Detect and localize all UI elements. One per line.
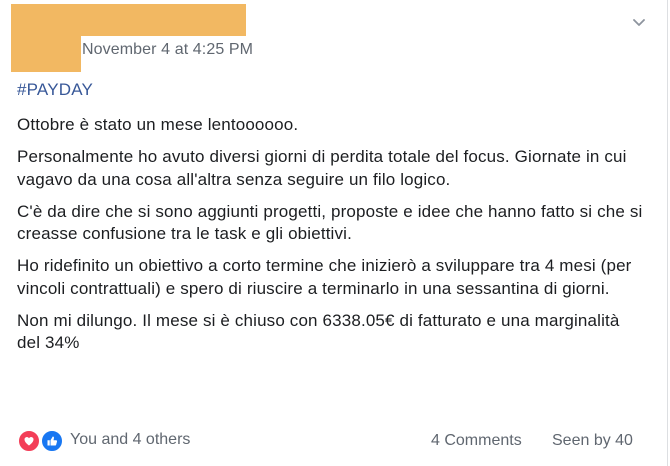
reaction-icons[interactable] xyxy=(17,429,65,453)
post-paragraph: Ottobre è stato un mese lentoooooo. xyxy=(17,115,299,134)
heart-icon xyxy=(17,429,41,453)
post-card: November 4 at 4:25 PM #PAYDAY Ottobre è … xyxy=(0,0,668,466)
post-body: Ottobre è stato un mese lentoooooo. Pers… xyxy=(17,114,647,364)
post-paragraph: C'è da dire che si sono aggiunti progett… xyxy=(17,201,643,244)
author-name-redacted[interactable] xyxy=(81,4,246,36)
thumbs-up-icon xyxy=(40,429,64,453)
post-paragraph: Ho ridefinito un obiettivo a corto termi… xyxy=(17,256,632,298)
post-paragraph: Personalmente ho avuto diversi giorni di… xyxy=(17,147,627,189)
chevron-down-icon[interactable] xyxy=(632,18,646,28)
author-avatar-redacted[interactable] xyxy=(11,4,81,72)
post-footer: You and 4 others 4 Comments Seen by 40 xyxy=(17,424,657,454)
post-timestamp[interactable]: November 4 at 4:25 PM xyxy=(82,41,253,59)
hashtag-link[interactable]: #PAYDAY xyxy=(17,80,93,100)
seen-by-count[interactable]: Seen by 40 xyxy=(552,432,633,450)
post-paragraph: Non mi dilungo. Il mese si è chiuso con … xyxy=(17,310,620,353)
comments-count[interactable]: 4 Comments xyxy=(431,432,522,450)
reactions-count[interactable]: You and 4 others xyxy=(70,431,190,449)
